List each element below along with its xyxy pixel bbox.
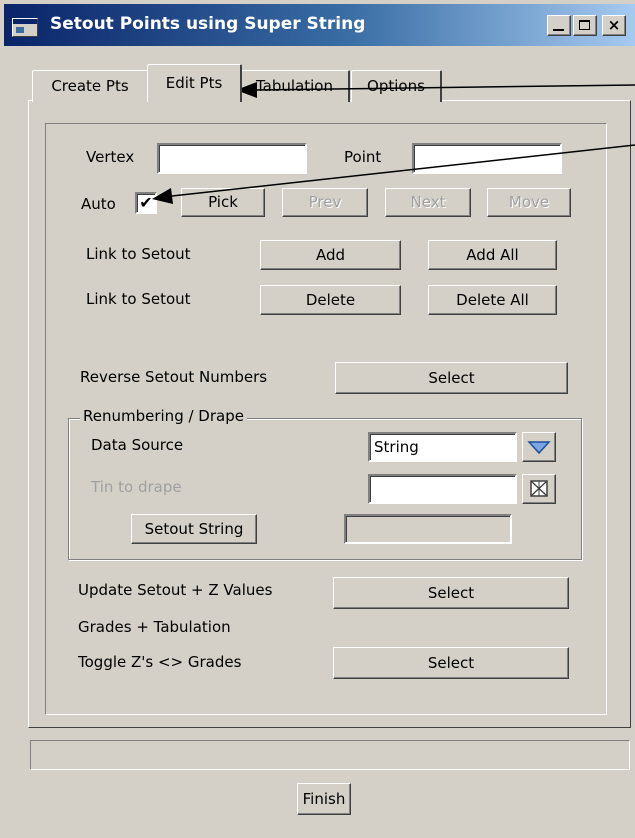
annotation-arrows bbox=[152, 82, 635, 204]
tab-edit-pts[interactable]: Edit Pts bbox=[147, 64, 242, 102]
tab-label: Edit Pts bbox=[165, 74, 223, 92]
dialog-window: Setout Points using Super String × Creat… bbox=[0, 0, 635, 838]
